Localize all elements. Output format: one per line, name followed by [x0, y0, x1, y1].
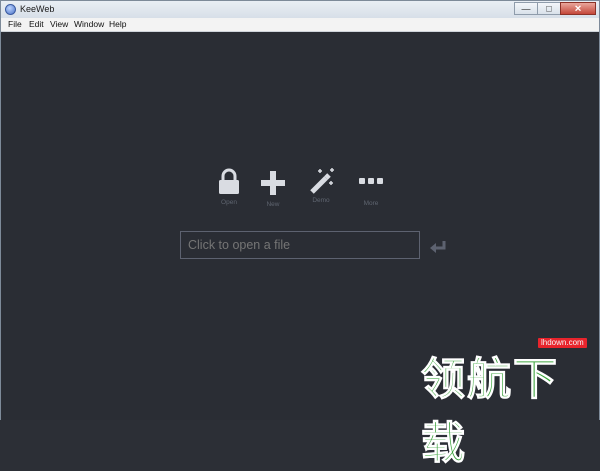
minimize-button[interactable]: — [514, 2, 538, 15]
demo-label: Demo [312, 197, 330, 204]
magic-wand-icon [310, 168, 334, 194]
new-label: New [266, 201, 280, 208]
close-button[interactable]: ✕ [560, 2, 596, 15]
plus-icon [261, 171, 285, 195]
more-dots-icon [359, 178, 383, 184]
window-title: KeeWeb [20, 4, 55, 14]
menu-file[interactable]: File [8, 19, 22, 29]
demo-button[interactable]: Demo [299, 166, 343, 204]
app-window: KeeWeb — □ ✕ File Edit View Window Help … [0, 0, 600, 470]
maximize-button[interactable]: □ [537, 2, 561, 15]
new-button[interactable]: New [251, 170, 295, 208]
menu-view[interactable]: View [50, 19, 68, 29]
window-controls: — □ ✕ [514, 2, 596, 16]
title-bar[interactable]: KeeWeb — □ ✕ [1, 1, 599, 18]
open-file-input[interactable] [180, 231, 420, 259]
menu-window[interactable]: Window [74, 19, 104, 29]
enter-icon[interactable] [428, 239, 448, 255]
menu-help[interactable]: Help [109, 19, 126, 29]
watermark-logo-text: 领航下载 [421, 354, 559, 470]
minimize-icon: — [521, 3, 531, 13]
menu-bar: File Edit View Window Help [1, 18, 599, 32]
open-button[interactable]: Open [207, 168, 251, 206]
open-label: Open [221, 199, 237, 206]
menu-edit[interactable]: Edit [29, 19, 44, 29]
close-icon: ✕ [574, 3, 582, 13]
lock-icon [219, 168, 239, 194]
more-label: More [363, 200, 379, 207]
keeweb-app-icon [5, 4, 16, 15]
more-button[interactable]: More [349, 176, 393, 207]
maximize-icon: □ [546, 3, 552, 13]
